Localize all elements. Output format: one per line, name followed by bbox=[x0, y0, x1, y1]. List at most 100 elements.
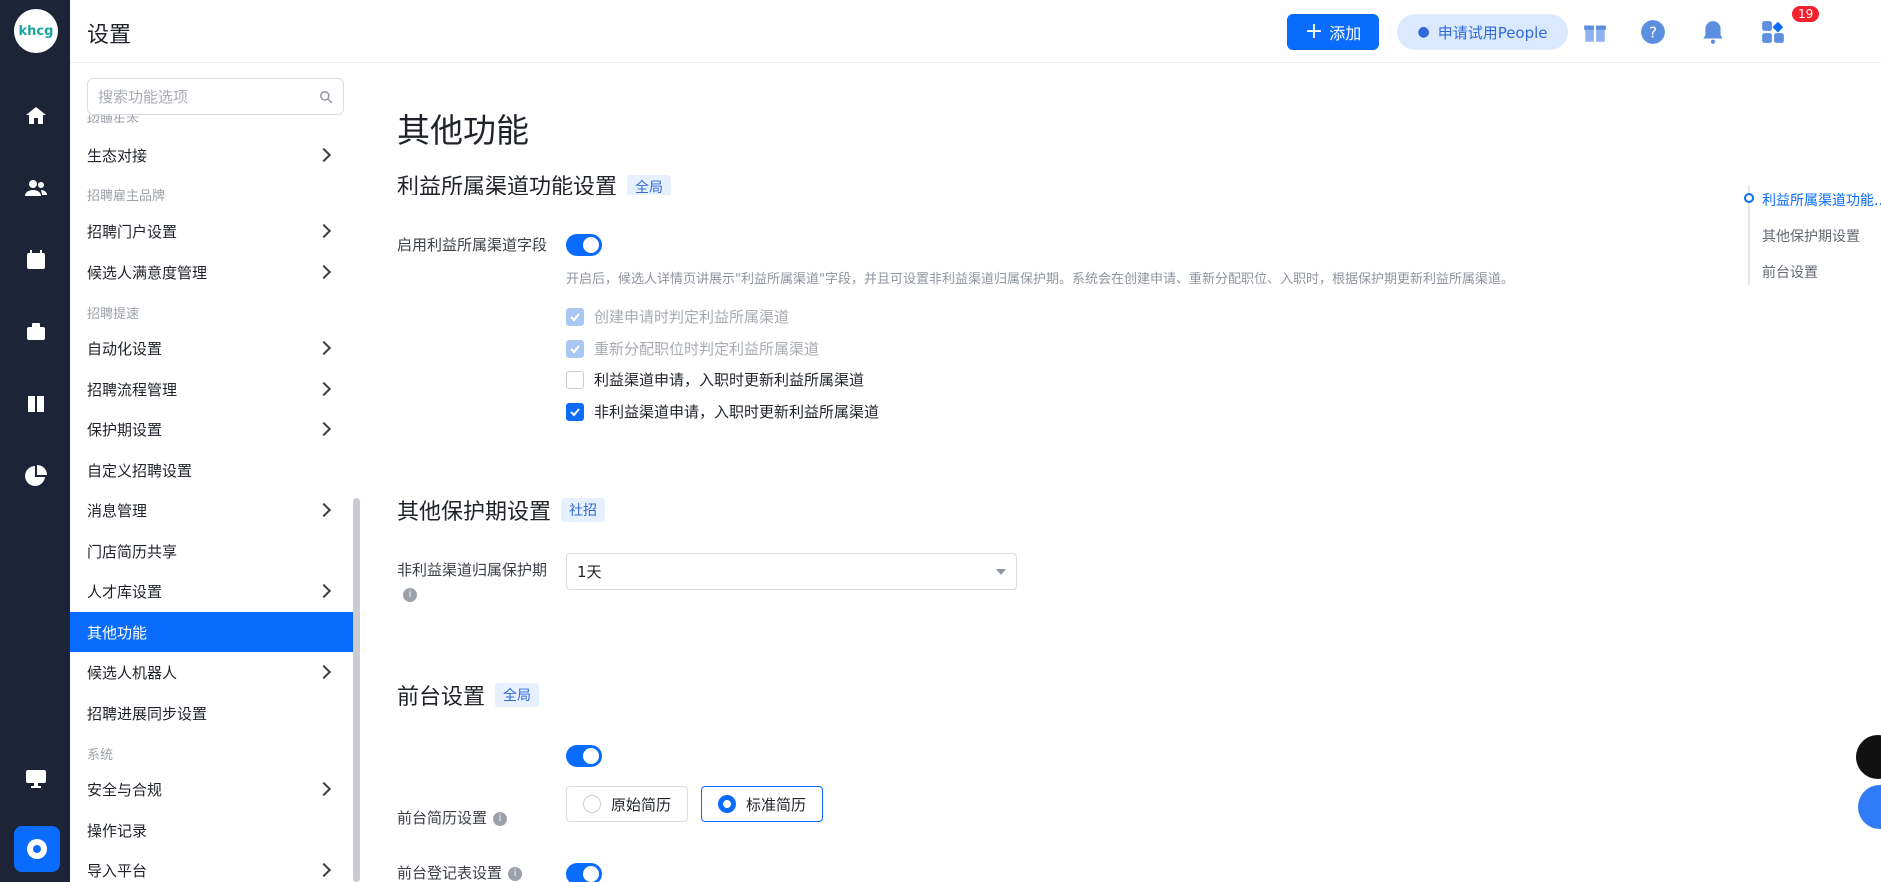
info-icon[interactable]: i bbox=[508, 866, 523, 881]
menu-item-automation[interactable]: 自动化设置 bbox=[70, 328, 353, 368]
apps-icon[interactable] bbox=[1758, 17, 1788, 47]
bell-icon[interactable] bbox=[1698, 17, 1728, 47]
menu-scrollbar[interactable] bbox=[353, 498, 360, 882]
app-rail: khcg bbox=[0, 0, 70, 882]
interest-channel-description: 开启后，候选人详情页讲展示"利益所属渠道"字段，并且可设置非利益渠道归属保护期。… bbox=[566, 272, 1514, 287]
briefcase-icon[interactable] bbox=[21, 317, 51, 347]
menu-item-portal[interactable]: 招聘门户设置 bbox=[70, 211, 353, 251]
people-icon[interactable] bbox=[21, 173, 51, 203]
search-placeholder: 搜索功能选项 bbox=[98, 88, 189, 106]
front-desk-resume-toggle[interactable] bbox=[566, 745, 602, 767]
anchor-item-other-protection[interactable]: 其他保护期设置 bbox=[1762, 226, 1860, 246]
menu-item-label: 候选人满意度管理 bbox=[87, 263, 208, 282]
trial-label: 申请试用People bbox=[1437, 23, 1548, 42]
settings-tab[interactable] bbox=[14, 826, 60, 872]
section-front-desk-title: 前台设置 全局 bbox=[397, 679, 540, 711]
radio-label: 标准简历 bbox=[746, 795, 807, 814]
check-icon bbox=[570, 344, 580, 353]
section-title-text: 利益所属渠道功能设置 bbox=[397, 175, 618, 195]
menu-item-label: 招聘门户设置 bbox=[87, 222, 178, 241]
menu-item-security[interactable]: 安全与合规 bbox=[70, 769, 353, 809]
menu-item-label: 招聘流程管理 bbox=[87, 380, 178, 399]
menu-item-logs[interactable]: 操作记录 bbox=[70, 810, 353, 850]
checkbox-label: 非利益渠道申请，入职时更新利益所属渠道 bbox=[594, 403, 880, 421]
checkbox-create-application[interactable]: 创建申请时判定利益所属渠道 bbox=[566, 306, 789, 327]
radio-original-resume[interactable]: 原始简历 bbox=[566, 786, 689, 822]
section-interest-channel-title: 利益所属渠道功能设置 全局 bbox=[397, 173, 672, 195]
section-title-text: 前台设置 bbox=[397, 685, 486, 710]
pie-chart-icon[interactable] bbox=[21, 461, 51, 491]
home-icon[interactable] bbox=[21, 101, 51, 131]
menu-item-label: 候选人机器人 bbox=[87, 663, 178, 682]
menu-item-store-share[interactable]: 门店简历共享 bbox=[70, 531, 353, 571]
main-content: 其他功能 利益所属渠道功能设置 全局 启用利益所属渠道字段 开启后，候选人详情页… bbox=[362, 63, 1881, 882]
menu-item-talent[interactable]: 人才库设置 bbox=[70, 571, 353, 611]
menu-item-label: 生态对接 bbox=[87, 146, 148, 165]
menu-item-protection[interactable]: 保护期设置 bbox=[70, 409, 353, 449]
menu-item-import[interactable]: 导入平台 bbox=[70, 850, 353, 882]
menu-item-label: 保护期设置 bbox=[87, 420, 163, 439]
top-header: 设置 + 添加 ● 申请试用People ? 19 盼 bbox=[70, 0, 1881, 63]
chevron-right-icon bbox=[316, 421, 332, 437]
chevron-right-icon bbox=[316, 664, 332, 680]
checkbox-box bbox=[566, 307, 584, 326]
checkbox-interest-channel-onboard[interactable]: 利益渠道申请，入职时更新利益所属渠道 bbox=[566, 369, 864, 390]
chevron-right-icon bbox=[316, 862, 332, 878]
check-icon bbox=[570, 312, 580, 321]
radio-label: 原始简历 bbox=[611, 795, 672, 814]
non-interest-protection-label: 非利益渠道归属保护期 i bbox=[397, 558, 557, 606]
anchor-item-front-desk[interactable]: 前台设置 bbox=[1762, 262, 1818, 282]
checkbox-non-interest-channel-onboard[interactable]: 非利益渠道申请，入职时更新利益所属渠道 bbox=[566, 401, 879, 422]
menu-item-custom[interactable]: 自定义招聘设置 bbox=[70, 450, 353, 490]
company-logo[interactable]: khcg bbox=[14, 9, 58, 53]
add-button[interactable]: + 添加 bbox=[1287, 14, 1379, 50]
section-title-text: 其他保护期设置 bbox=[397, 500, 552, 525]
calendar-icon[interactable] bbox=[21, 245, 51, 275]
checkbox-label: 重新分配职位时判定利益所属渠道 bbox=[594, 340, 820, 358]
search-input[interactable]: 搜索功能选项 bbox=[87, 78, 344, 115]
protection-period-select[interactable]: 1天 bbox=[566, 553, 1017, 590]
settings-menu: 搜索功能选项 招聘生态 生态对接 招聘雇主品牌 招聘门户设置 候选人满意度管理 … bbox=[70, 63, 362, 882]
menu-item-other[interactable]: 其他功能 bbox=[70, 612, 353, 652]
group-label-system: 系统 bbox=[87, 748, 114, 763]
menu-item-robot[interactable]: 候选人机器人 bbox=[70, 652, 353, 692]
check-icon bbox=[570, 407, 580, 416]
menu-item-sync[interactable]: 招聘进展同步设置 bbox=[70, 693, 353, 733]
help-icon[interactable]: ? bbox=[1638, 17, 1668, 47]
gift-icon[interactable] bbox=[1580, 17, 1610, 47]
chevron-right-icon bbox=[316, 781, 332, 797]
info-icon[interactable]: i bbox=[493, 811, 508, 826]
menu-item-message[interactable]: 消息管理 bbox=[70, 490, 353, 530]
chevron-right-icon bbox=[316, 381, 332, 397]
info-icon[interactable]: i bbox=[403, 587, 417, 602]
select-value: 1天 bbox=[577, 563, 602, 581]
radio-circle bbox=[583, 795, 601, 813]
field-label-text: 前台登记表设置 bbox=[397, 864, 503, 881]
menu-item-process[interactable]: 招聘流程管理 bbox=[70, 369, 353, 409]
anchor-dot-icon bbox=[1744, 193, 1754, 203]
menu-item-label: 人才库设置 bbox=[87, 582, 163, 601]
menu-item-label: 其他功能 bbox=[87, 623, 148, 642]
menu-item-satisfaction[interactable]: 候选人满意度管理 bbox=[70, 252, 353, 292]
scope-tag: 全局 bbox=[495, 683, 540, 707]
plus-icon: + bbox=[1304, 19, 1324, 44]
chevron-right-icon bbox=[316, 147, 332, 163]
monitor-icon[interactable] bbox=[21, 763, 51, 793]
trial-button[interactable]: ● 申请试用People bbox=[1397, 14, 1568, 50]
front-desk-register-label: 前台登记表设置 i bbox=[397, 861, 523, 881]
enable-interest-channel-toggle[interactable] bbox=[566, 234, 602, 256]
user-icon: ● bbox=[1417, 24, 1430, 40]
page-title: 设置 bbox=[87, 23, 132, 48]
radio-standard-resume[interactable]: 标准简历 bbox=[701, 786, 824, 822]
front-desk-register-toggle[interactable] bbox=[566, 863, 602, 882]
svg-text:?: ? bbox=[1649, 23, 1657, 41]
chevron-right-icon bbox=[316, 223, 332, 239]
notification-badge: 19 bbox=[1792, 6, 1820, 22]
chevron-right-icon bbox=[316, 583, 332, 599]
scope-tag: 全局 bbox=[627, 175, 672, 195]
anchor-item-interest-channel[interactable]: 利益所属渠道功能.. bbox=[1762, 190, 1881, 210]
book-icon[interactable] bbox=[21, 389, 51, 419]
checkbox-reassign-position[interactable]: 重新分配职位时判定利益所属渠道 bbox=[566, 338, 819, 359]
menu-item-ecosystem[interactable]: 生态对接 bbox=[70, 135, 353, 175]
checkbox-box bbox=[566, 402, 584, 421]
